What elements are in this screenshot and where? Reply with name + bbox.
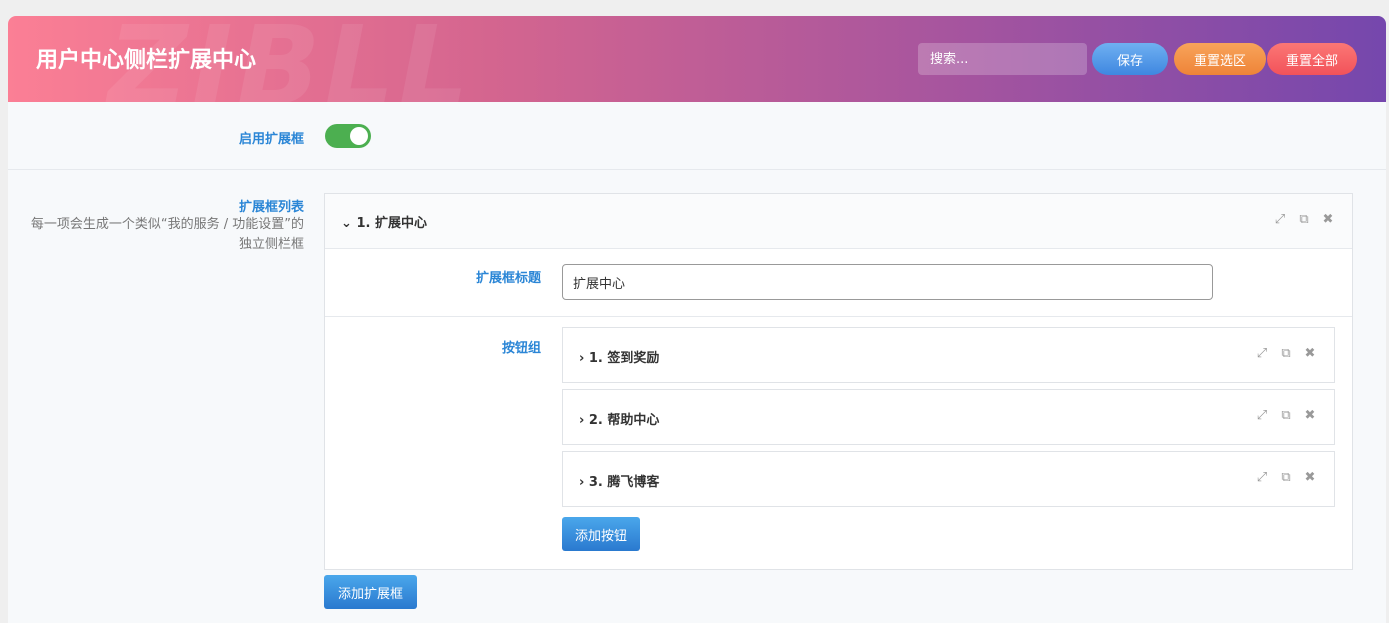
enable-toggle[interactable] (325, 124, 371, 148)
button-group-row: 按钮组 › 1. 签到奖励 ⤢ ⧉ ✖ › 2. 帮助中心 ⤢ ⧉ ✖ › 3.… (325, 317, 1352, 571)
box-title-row: 扩展框标题 (325, 249, 1352, 317)
box-title-input[interactable] (562, 264, 1213, 300)
enable-label: 启用扩展框 (238, 132, 304, 147)
box-title-label: 扩展框标题 (475, 271, 541, 286)
button-item-tools: ⤢ ⧉ ✖ (1254, 470, 1318, 485)
reset-all-button[interactable]: 重置全部 (1267, 43, 1357, 75)
expand-icon[interactable]: ⤢ (1254, 408, 1270, 423)
reset-section-button[interactable]: 重置选区 (1174, 43, 1266, 75)
close-icon[interactable]: ✖ (1302, 470, 1318, 485)
extension-box-header[interactable]: ⌄ 1. 扩展中心 ⤢ ⧉ ✖ (325, 194, 1352, 249)
save-button[interactable]: 保存 (1092, 43, 1168, 75)
close-icon[interactable]: ✖ (1320, 212, 1336, 227)
extension-box-header-label: 1. 扩展中心 (356, 216, 427, 231)
chevron-down-icon: ⌄ (341, 216, 352, 231)
expand-icon[interactable]: ⤢ (1272, 212, 1288, 227)
chevron-right-icon: › (579, 351, 585, 366)
list-label: 扩展框列表 (238, 200, 304, 215)
button-item-tools: ⤢ ⧉ ✖ (1254, 408, 1318, 423)
expand-icon[interactable]: ⤢ (1254, 346, 1270, 361)
button-item[interactable]: › 2. 帮助中心 ⤢ ⧉ ✖ (562, 389, 1335, 445)
close-icon[interactable]: ✖ (1302, 408, 1318, 423)
enable-row: 启用扩展框 (8, 102, 1386, 170)
button-item-label: 2. 帮助中心 (588, 413, 660, 428)
header-bar: ZIBLL 用户中心侧栏扩展中心 保存 重置选区 重置全部 (8, 16, 1386, 102)
copy-icon[interactable]: ⧉ (1296, 212, 1312, 227)
button-item-title[interactable]: › 2. 帮助中心 (579, 409, 659, 428)
chevron-right-icon: › (579, 413, 585, 428)
button-item-label: 1. 签到奖励 (588, 351, 660, 366)
chevron-right-icon: › (579, 475, 585, 490)
search-input[interactable] (918, 43, 1087, 75)
toggle-knob (350, 127, 368, 145)
settings-panel: ZIBLL 用户中心侧栏扩展中心 保存 重置选区 重置全部 启用扩展框 扩展框列… (8, 16, 1386, 623)
page-title: 用户中心侧栏扩展中心 (36, 48, 257, 73)
extension-box-title[interactable]: ⌄ 1. 扩展中心 (341, 212, 427, 231)
button-item-title[interactable]: › 1. 签到奖励 (579, 347, 659, 366)
extension-box-tools: ⤢ ⧉ ✖ (1272, 212, 1336, 227)
extension-box: ⌄ 1. 扩展中心 ⤢ ⧉ ✖ 扩展框标题 按钮组 › 1. 签到奖励 ⤢ (324, 193, 1353, 570)
copy-icon[interactable]: ⧉ (1278, 408, 1294, 423)
list-description: 每一项会生成一个类似“我的服务 / 功能设置”的独立侧栏框 (30, 217, 304, 252)
button-group-label: 按钮组 (501, 341, 541, 356)
add-extension-box-button[interactable]: 添加扩展框 (324, 575, 417, 609)
copy-icon[interactable]: ⧉ (1278, 470, 1294, 485)
copy-icon[interactable]: ⧉ (1278, 346, 1294, 361)
button-item-title[interactable]: › 3. 腾飞博客 (579, 471, 659, 490)
add-button-button[interactable]: 添加按钮 (562, 517, 640, 551)
button-item-tools: ⤢ ⧉ ✖ (1254, 346, 1318, 361)
button-item[interactable]: › 3. 腾飞博客 ⤢ ⧉ ✖ (562, 451, 1335, 507)
expand-icon[interactable]: ⤢ (1254, 470, 1270, 485)
close-icon[interactable]: ✖ (1302, 346, 1318, 361)
button-item-label: 3. 腾飞博客 (588, 475, 660, 490)
button-item[interactable]: › 1. 签到奖励 ⤢ ⧉ ✖ (562, 327, 1335, 383)
